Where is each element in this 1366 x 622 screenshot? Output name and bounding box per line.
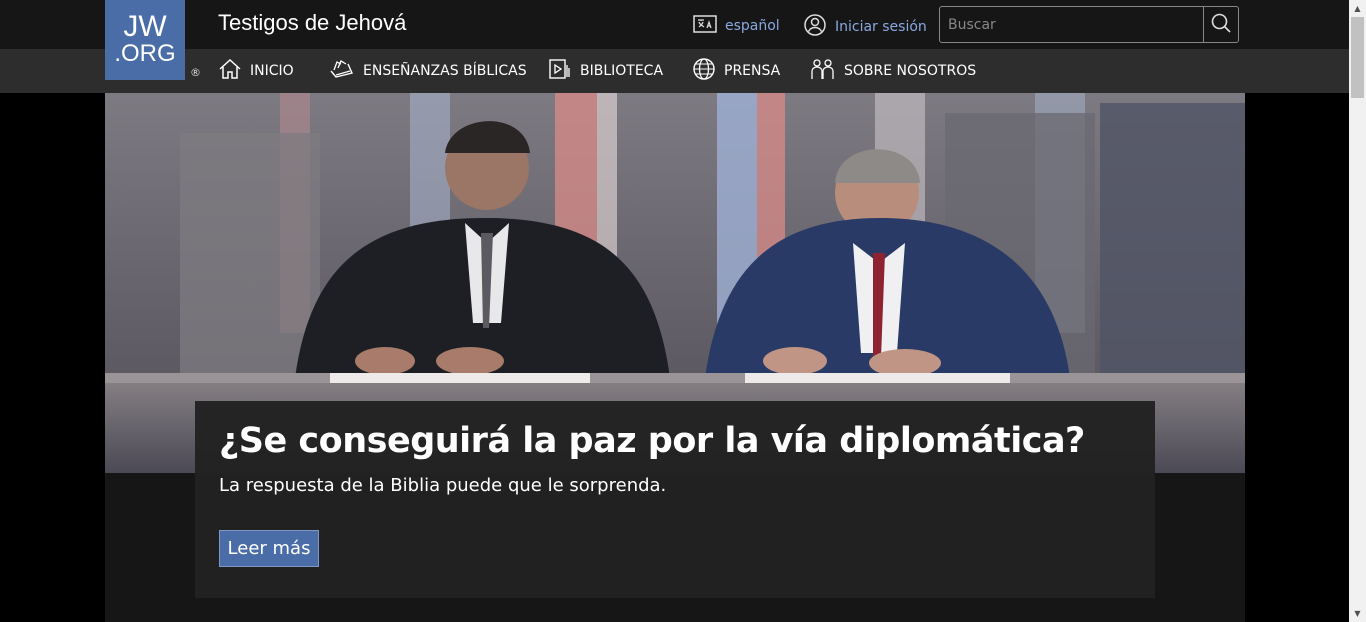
hero-headline[interactable]: ¿Se conseguirá la paz por la vía diplomá… bbox=[219, 421, 1085, 461]
scroll-thumb[interactable] bbox=[1351, 17, 1364, 98]
logo-text-org: .ORG bbox=[114, 40, 176, 67]
nav-item-inicio[interactable]: INICIO bbox=[218, 49, 294, 93]
language-label: español bbox=[725, 18, 780, 34]
page: Testigos de Jehová español Iniciar sesió… bbox=[0, 0, 1349, 622]
main-nav: INICIO ENSEÑANZAS BÍBLICAS BIBLIOTECA PR… bbox=[0, 49, 1349, 93]
registered-mark: ® bbox=[190, 66, 201, 79]
site-header: Testigos de Jehová español Iniciar sesió… bbox=[0, 0, 1349, 49]
nav-item-biblioteca[interactable]: BIBLIOTECA bbox=[548, 49, 663, 93]
hero-subtitle: La respuesta de la Biblia puede que le s… bbox=[219, 475, 667, 496]
open-bible-icon bbox=[329, 57, 355, 85]
search-box bbox=[939, 6, 1239, 43]
nav-item-label: BIBLIOTECA bbox=[580, 63, 664, 79]
logo-text-jw: JW bbox=[123, 10, 167, 43]
nav-item-ensenanzas[interactable]: ENSEÑANZAS BÍBLICAS bbox=[329, 49, 527, 93]
language-selector[interactable]: español bbox=[693, 13, 780, 39]
home-icon bbox=[218, 57, 242, 85]
people-icon bbox=[810, 57, 836, 85]
nav-item-label: PRENSA bbox=[724, 63, 781, 79]
nav-item-label: INICIO bbox=[250, 63, 294, 79]
library-media-icon bbox=[548, 57, 572, 85]
nav-item-label: ENSEÑANZAS BÍBLICAS bbox=[363, 63, 527, 79]
search-icon bbox=[1210, 12, 1232, 38]
vertical-scrollbar[interactable]: ▲ ▼ bbox=[1349, 0, 1366, 622]
scroll-up-arrow-icon[interactable]: ▲ bbox=[1349, 0, 1366, 17]
globe-icon bbox=[692, 57, 716, 85]
search-input[interactable] bbox=[940, 7, 1203, 42]
jw-org-logo[interactable]: JW .ORG bbox=[105, 0, 185, 80]
nav-item-prensa[interactable]: PRENSA bbox=[692, 49, 780, 93]
read-more-button[interactable]: Leer más bbox=[219, 530, 319, 567]
hero-text-card: ¿Se conseguirá la paz por la vía diplomá… bbox=[195, 401, 1155, 598]
nav-item-sobre-nosotros[interactable]: SOBRE NOSOTROS bbox=[810, 49, 976, 93]
nav-item-label: SOBRE NOSOTROS bbox=[844, 63, 977, 79]
login-link[interactable]: Iniciar sesión bbox=[803, 13, 927, 41]
scroll-down-arrow-icon[interactable]: ▼ bbox=[1349, 605, 1366, 622]
login-label: Iniciar sesión bbox=[835, 19, 927, 35]
user-icon bbox=[803, 13, 827, 41]
language-icon bbox=[693, 13, 717, 39]
site-title[interactable]: Testigos de Jehová bbox=[218, 10, 406, 36]
search-button[interactable] bbox=[1203, 7, 1238, 42]
